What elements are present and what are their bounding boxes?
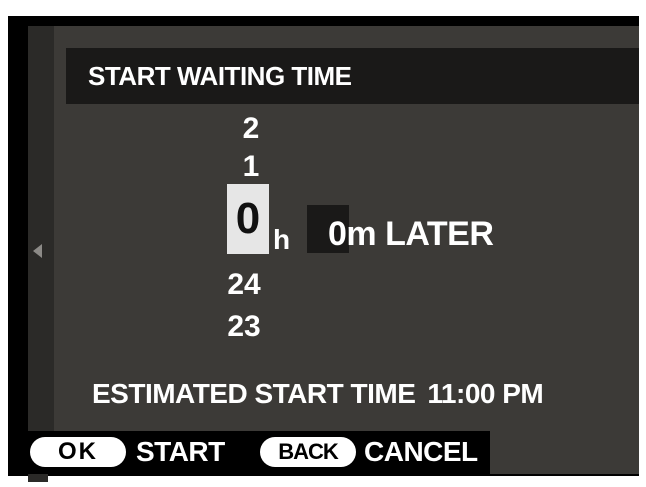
hour-option-23[interactable]: 23 [214, 310, 274, 344]
estimated-start-row: ESTIMATED START TIME 11:00 PM [92, 378, 544, 410]
menu-screen: START WAITING TIME 2 1 0 h 24 23 0m LATE… [28, 26, 639, 482]
minute-display: 0m LATER [328, 215, 494, 254]
ok-button[interactable]: OK [30, 437, 126, 467]
estimated-start-label: ESTIMATED START TIME [92, 378, 416, 409]
title-bar: START WAITING TIME [66, 48, 639, 104]
hour-unit-label: h [273, 224, 291, 255]
hour-option-24[interactable]: 24 [214, 268, 274, 302]
later-label: LATER [385, 215, 494, 253]
start-label: START [136, 436, 225, 467]
cancel-label: CANCEL [364, 436, 478, 467]
minute-value: 0m [328, 215, 377, 253]
hour-selector[interactable]: 0 [227, 184, 269, 254]
hour-option-2[interactable]: 2 [221, 112, 281, 146]
estimated-start-time: 11:00 PM [427, 378, 544, 409]
left-arrow-icon[interactable] [33, 244, 42, 258]
camera-screen-frame: START WAITING TIME 2 1 0 h 24 23 0m LATE… [8, 16, 639, 482]
bottom-tab [28, 474, 48, 482]
left-strip [28, 26, 54, 474]
page-title: START WAITING TIME [88, 61, 352, 91]
hour-option-1[interactable]: 1 [221, 150, 281, 184]
footer-bar: OK START BACK CANCEL [28, 431, 490, 474]
back-button[interactable]: BACK [260, 437, 356, 467]
hour-selected-value: 0 [235, 194, 261, 243]
